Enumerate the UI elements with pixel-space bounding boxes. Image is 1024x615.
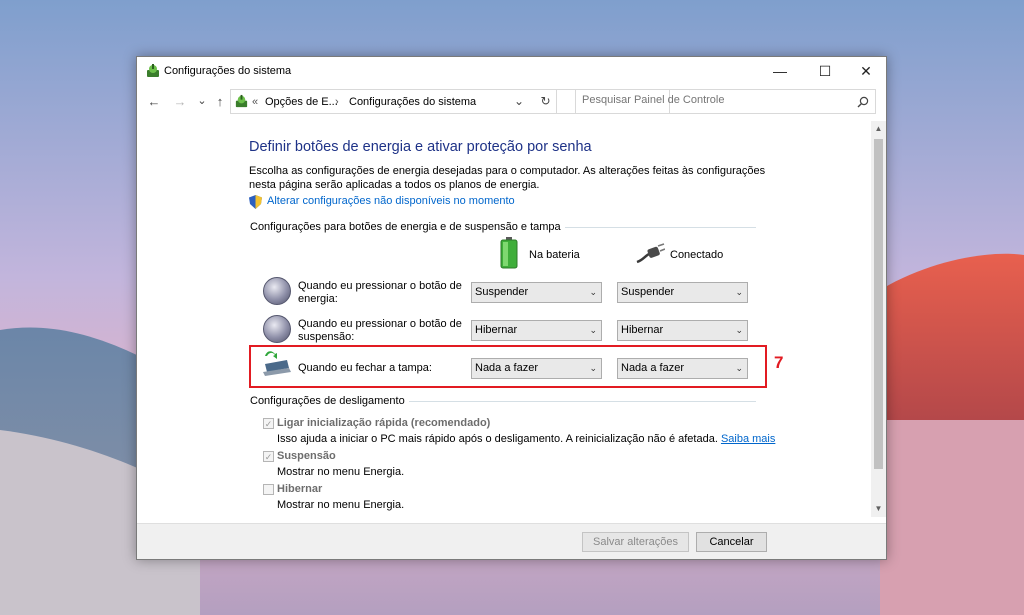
up-arrow-icon[interactable]: ↑ — [211, 93, 229, 111]
address-prefix: « — [252, 96, 259, 108]
page-description: Escolha as configurações de energia dese… — [249, 165, 766, 191]
search-icon[interactable] — [857, 96, 869, 108]
search-box[interactable] — [575, 89, 876, 114]
title-bar: Configurações do sistema — ☐ ✕ — [137, 57, 886, 85]
window-title: Configurações do sistema — [164, 65, 292, 77]
main-content: Definir botões de energia e ativar prote… — [137, 121, 886, 521]
fast-startup-label: Ligar inicialização rápida (recomendado) — [277, 417, 491, 429]
sleep-description: Mostrar no menu Energia. — [277, 466, 405, 478]
buttons-section-title: Configurações para botões de energia e d… — [250, 221, 565, 233]
cancel-button[interactable]: Cancelar — [696, 532, 767, 552]
power-button-label: Quando eu pressionar o botão de energia: — [298, 280, 462, 305]
hibernate-label: Hibernar — [277, 483, 323, 495]
power-plug-icon — [636, 243, 665, 264]
learn-more-link[interactable]: Saiba mais — [721, 433, 775, 445]
scroll-down-icon[interactable]: ▼ — [871, 501, 886, 516]
column-plugged-in: Conectado — [670, 249, 724, 261]
sleep-button-label: Quando eu pressionar o botão de suspensã… — [298, 318, 462, 343]
vertical-scrollbar[interactable]: ▲ ▼ — [871, 121, 886, 517]
power-options-app-icon — [147, 64, 159, 77]
maximize-button[interactable]: ☐ — [805, 57, 845, 85]
address-dropdown-chevron-icon[interactable]: ⌄ — [514, 94, 524, 108]
sleep-button-plugged-value: Hibernar — [621, 324, 664, 336]
sleep-label: Suspensão — [277, 450, 336, 462]
fast-startup-description: Isso ajuda a iniciar o PC mais rápido ap… — [277, 433, 775, 445]
minimize-button[interactable]: — — [760, 57, 800, 85]
breadcrumb-separator: › — [335, 96, 339, 108]
back-arrow-icon[interactable]: ← — [145, 93, 163, 111]
power-button-plugged-value: Suspender — [621, 286, 675, 298]
power-options-address-icon — [235, 94, 248, 108]
forward-arrow-icon[interactable]: → — [171, 93, 189, 111]
power-button-battery-select[interactable]: Suspender ⌄ — [471, 282, 602, 303]
chevron-down-icon: ⌄ — [589, 287, 597, 297]
refresh-button[interactable]: ↻ — [535, 89, 557, 114]
breadcrumb-system-settings[interactable]: Configurações do sistema — [349, 96, 476, 108]
footer-bar: Salvar alterações Cancelar — [137, 523, 886, 559]
sleep-button-battery-value: Hibernar — [475, 324, 518, 336]
annotation-number: 7 — [774, 353, 784, 372]
shutdown-section-title: Configurações de desligamento — [250, 395, 409, 407]
battery-icon — [500, 237, 518, 269]
chevron-down-icon: ⌄ — [735, 325, 743, 335]
sleep-button-battery-select[interactable]: Hibernar ⌄ — [471, 320, 602, 341]
power-button-plugged-select[interactable]: Suspender ⌄ — [617, 282, 748, 303]
highlight-box — [249, 345, 767, 388]
hibernate-checkbox[interactable] — [263, 484, 274, 495]
search-input[interactable] — [582, 94, 842, 106]
admin-shield-icon — [249, 195, 262, 209]
fast-startup-checkbox[interactable]: ✓ — [263, 418, 274, 429]
fast-startup-desc-text: Isso ajuda a iniciar o PC mais rápido ap… — [277, 433, 718, 445]
save-changes-button[interactable]: Salvar alterações — [582, 532, 689, 552]
column-on-battery: Na bateria — [529, 249, 580, 261]
power-button-icon — [263, 277, 291, 305]
scroll-thumb[interactable] — [874, 139, 883, 469]
system-settings-window: Configurações do sistema — ☐ ✕ ← → ⌄ ↑ «… — [136, 56, 887, 560]
sleep-checkbox[interactable]: ✓ — [263, 451, 274, 462]
chevron-down-icon: ⌄ — [589, 325, 597, 335]
recent-locations-chevron-icon[interactable]: ⌄ — [193, 92, 211, 110]
chevron-down-icon: ⌄ — [735, 287, 743, 297]
breadcrumb-power-options[interactable]: Opções de E... — [265, 96, 338, 108]
close-button[interactable]: ✕ — [846, 57, 886, 85]
sleep-button-plugged-select[interactable]: Hibernar ⌄ — [617, 320, 748, 341]
change-unavailable-settings-label[interactable]: Alterar configurações não disponíveis no… — [267, 195, 515, 207]
power-button-battery-value: Suspender — [475, 286, 529, 298]
sleep-button-icon — [263, 315, 291, 343]
page-title: Definir botões de energia e ativar prote… — [249, 139, 592, 155]
scroll-up-icon[interactable]: ▲ — [871, 121, 886, 136]
hibernate-description: Mostrar no menu Energia. — [277, 499, 405, 511]
